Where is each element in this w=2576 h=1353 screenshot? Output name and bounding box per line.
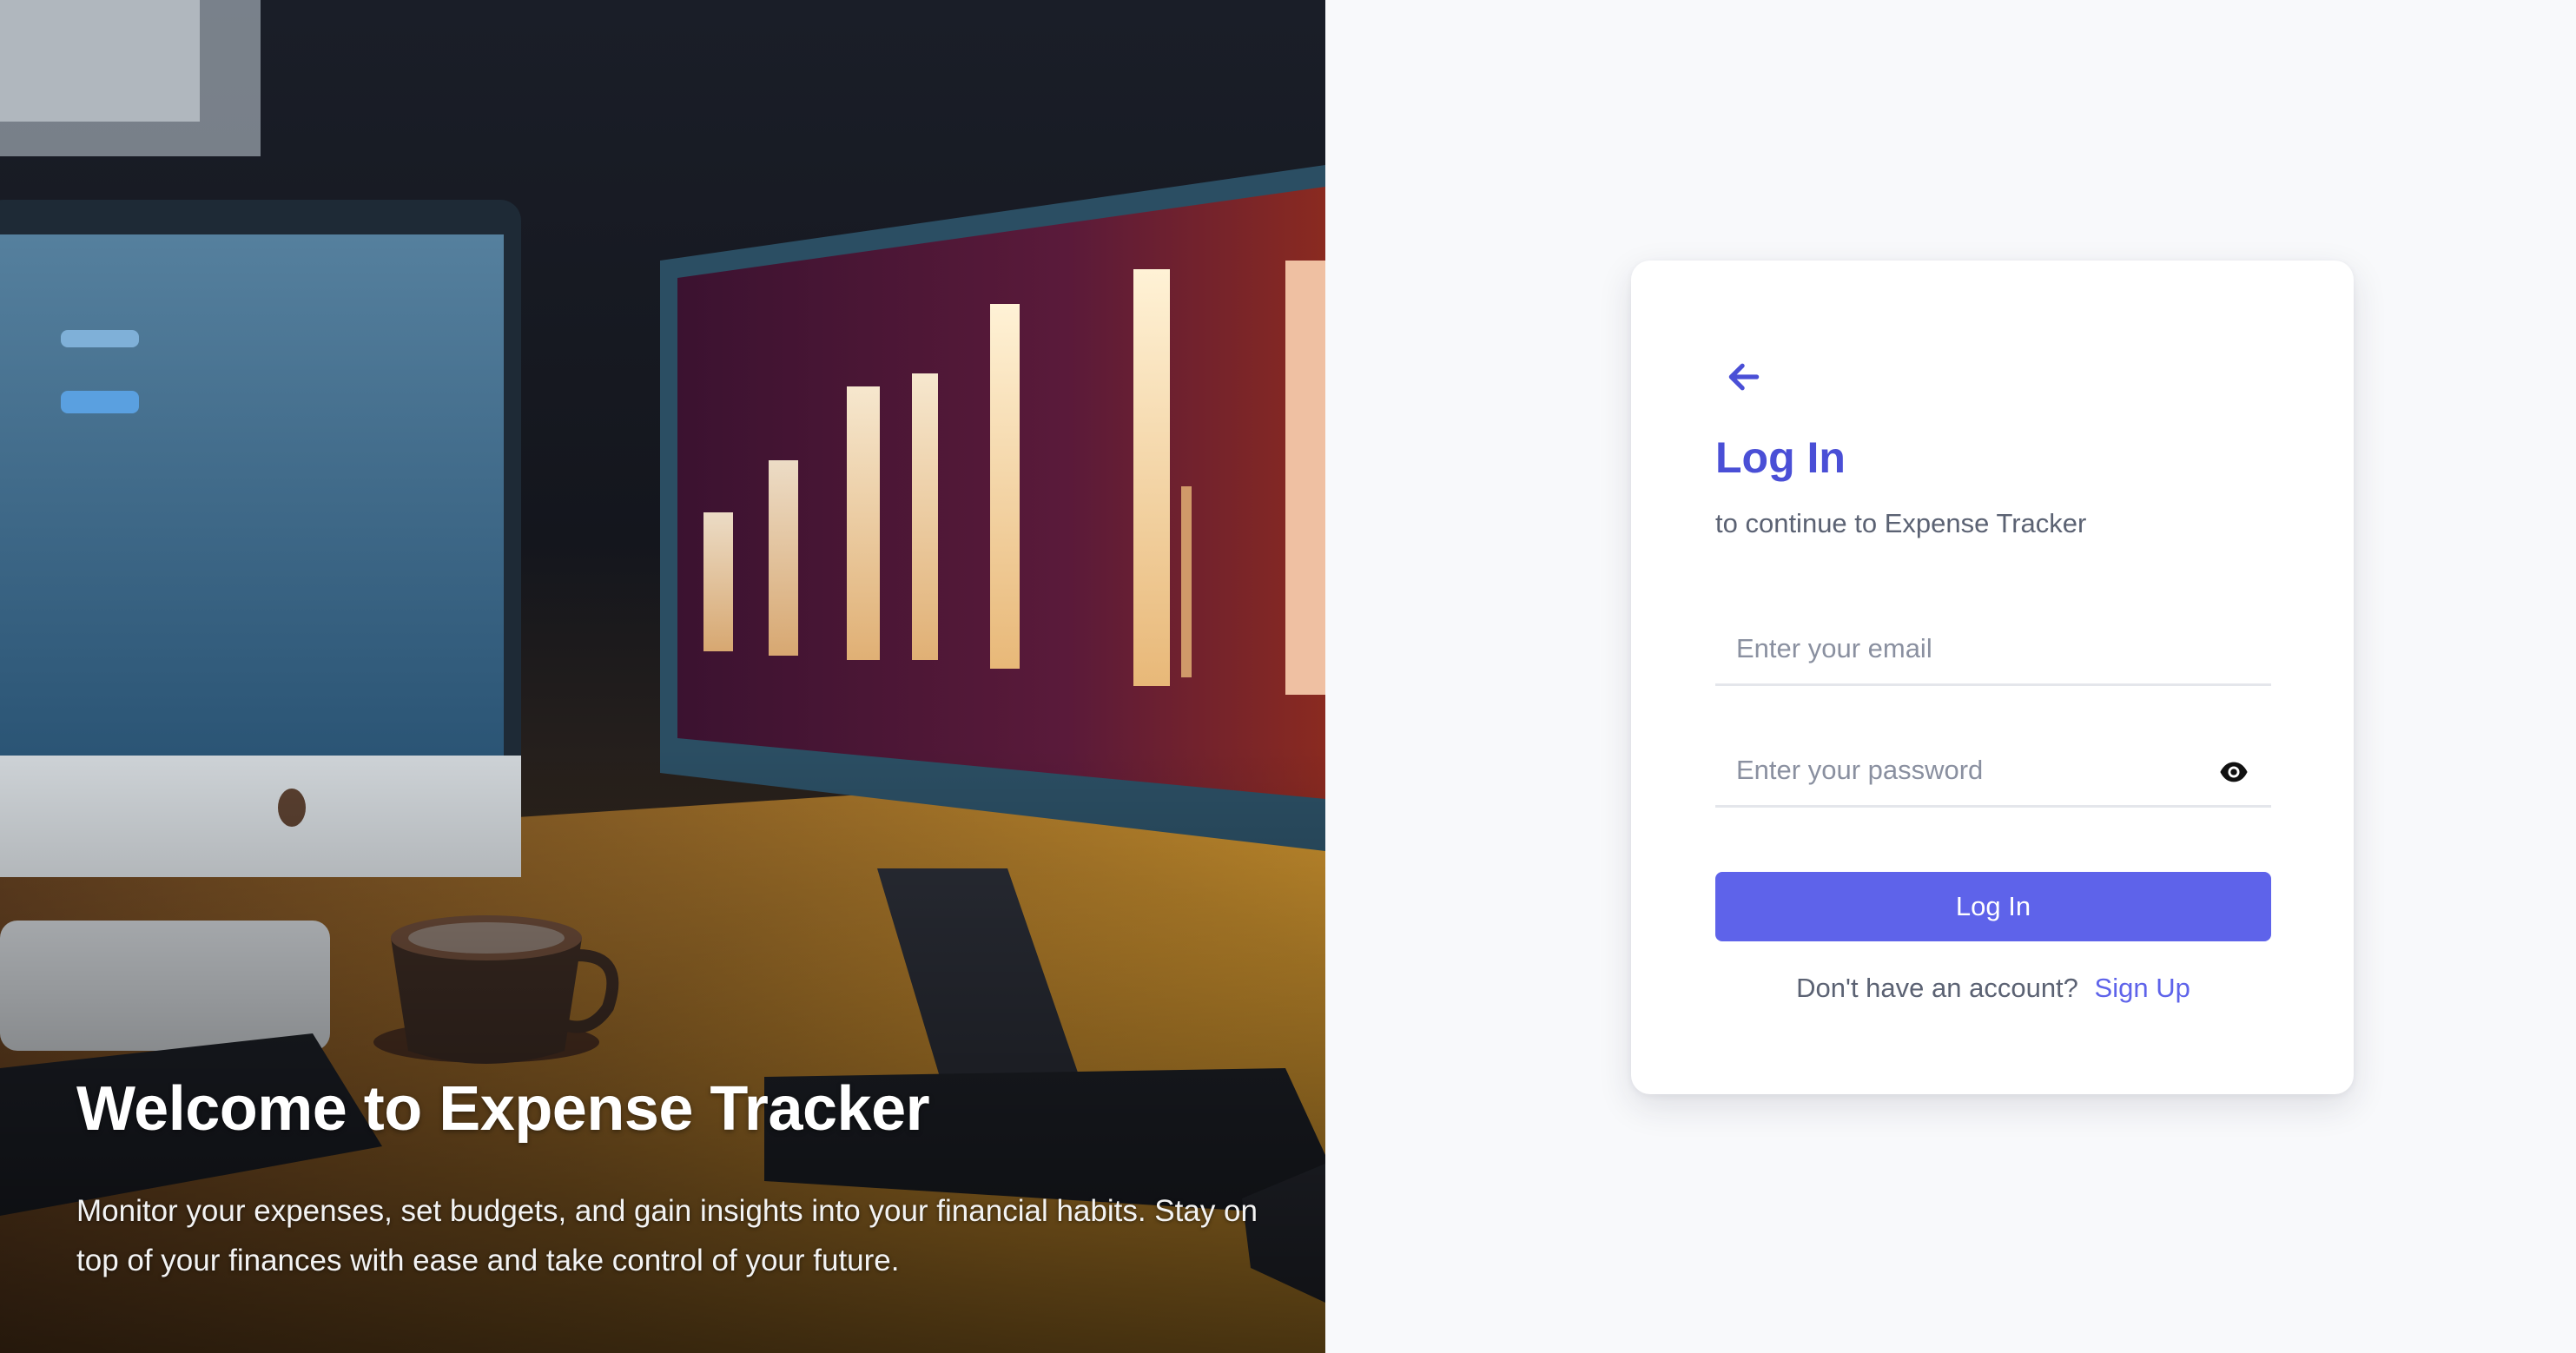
password-field: [1715, 735, 2271, 808]
back-button[interactable]: [1716, 349, 1772, 405]
toggle-password-visibility-button[interactable]: [2219, 757, 2249, 787]
login-title: Log In: [1715, 433, 1846, 482]
arrow-left-icon: [1728, 363, 1760, 391]
login-subtitle: to continue to Expense Tracker: [1715, 508, 2087, 538]
signup-prompt-text: Don't have an account?: [1796, 973, 2078, 1003]
signup-prompt-row: Don't have an account? Sign Up: [1715, 973, 2271, 1004]
eye-icon: [2220, 762, 2248, 782]
login-submit-button[interactable]: Log In: [1715, 872, 2271, 941]
email-input[interactable]: [1715, 613, 2271, 683]
hero-panel: Welcome to Expense Tracker Monitor your …: [0, 0, 1325, 1353]
hero-title: Welcome to Expense Tracker: [76, 1074, 930, 1144]
email-field: [1715, 613, 2271, 686]
signup-link[interactable]: Sign Up: [2095, 973, 2190, 1003]
hero-description: Monitor your expenses, set budgets, and …: [76, 1194, 1258, 1277]
password-input[interactable]: [1715, 735, 2271, 805]
